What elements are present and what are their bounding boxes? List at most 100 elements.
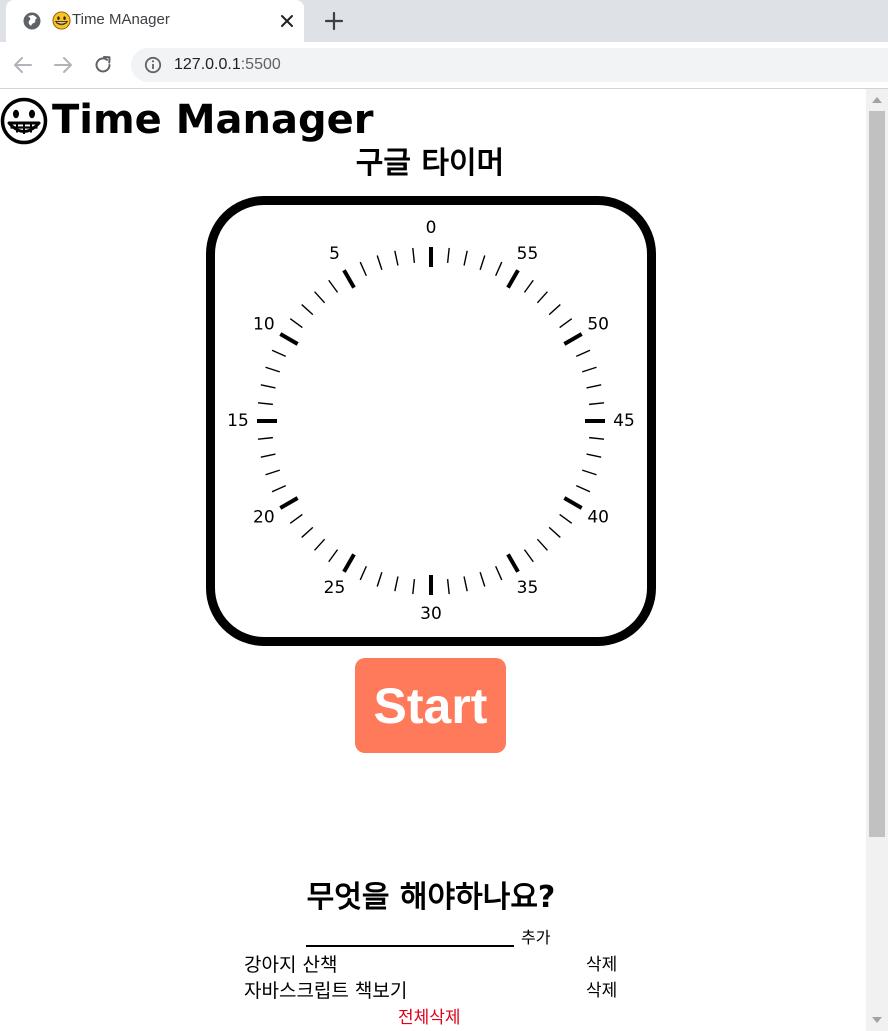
dial-minor-tick <box>394 250 399 266</box>
dial-minor-tick <box>582 366 597 373</box>
dial-minor-tick <box>575 485 591 493</box>
new-tab-plus-icon[interactable] <box>323 10 345 32</box>
url-host: 127.0.0.1 <box>174 56 241 73</box>
dial-label: 0 <box>426 218 437 238</box>
dial-minor-tick <box>265 366 280 373</box>
dial-minor-tick <box>536 538 548 551</box>
dial-label: 50 <box>587 315 609 335</box>
dial-minor-tick <box>446 247 450 263</box>
dial-minor-tick <box>328 279 339 293</box>
dial-minor-tick <box>289 318 303 329</box>
dial-label: 5 <box>329 244 340 264</box>
dial-minor-tick <box>376 255 383 270</box>
dial-minor-tick <box>536 291 548 304</box>
scroll-up-arrow-icon[interactable] <box>872 97 882 103</box>
dial-minor-tick <box>257 402 273 406</box>
url-port: :5500 <box>240 56 281 73</box>
tab-strip: Time MAnager <box>0 0 888 42</box>
tab-title: Time MAnager <box>72 11 170 28</box>
dial-minor-tick <box>446 579 450 595</box>
add-button[interactable]: 추가 <box>521 924 550 948</box>
dial-minor-tick <box>394 576 399 592</box>
delete-button[interactable]: 삭제 <box>586 976 617 1001</box>
todo-item-text: 강아지 산책 <box>244 954 338 976</box>
dial-label: 30 <box>420 604 442 624</box>
timer-heading: 구글 타이머 <box>355 146 505 181</box>
scroll-down-arrow-icon[interactable] <box>872 1017 882 1023</box>
dial-major-tick <box>279 332 299 346</box>
dial-minor-tick <box>495 261 503 277</box>
dial-minor-tick <box>582 469 597 476</box>
dial-minor-tick <box>559 318 573 329</box>
dial-minor-tick <box>412 579 416 595</box>
dial-minor-tick <box>260 384 276 389</box>
dial-label: 25 <box>324 578 346 598</box>
dial-minor-tick <box>271 485 287 493</box>
dial-label: 40 <box>587 508 609 528</box>
dial-minor-tick <box>575 349 591 357</box>
grinning-face-icon <box>52 11 71 30</box>
dial-minor-tick <box>265 469 280 476</box>
scrollbar[interactable] <box>866 89 888 1031</box>
dial-minor-tick <box>301 304 314 316</box>
todo-input[interactable] <box>306 921 514 947</box>
dial-minor-tick <box>359 565 367 581</box>
dial-label: 35 <box>517 578 539 598</box>
dial-minor-tick <box>376 572 383 587</box>
dial-minor-tick <box>523 549 534 563</box>
timer-dial-frame[interactable]: 0 55 50 45 40 35 30 25 20 15 10 5 <box>206 196 656 646</box>
forward-arrow-icon[interactable] <box>52 54 74 76</box>
dial-minor-tick <box>412 247 416 263</box>
dial-major-tick <box>342 553 356 573</box>
dial-minor-tick <box>548 304 561 316</box>
dial-label: 45 <box>613 411 635 431</box>
dial-minor-tick <box>301 526 314 538</box>
dial-major-tick <box>279 496 299 510</box>
dial-minor-tick <box>260 453 276 458</box>
dial-minor-tick <box>328 549 339 563</box>
dial-minor-tick <box>271 349 287 357</box>
dial-major-tick <box>563 496 583 510</box>
dial-minor-tick <box>586 384 602 389</box>
dial-minor-tick <box>289 513 303 524</box>
dial-label: 10 <box>253 315 275 335</box>
delete-button[interactable]: 삭제 <box>586 950 617 975</box>
dial-label: 55 <box>517 244 539 264</box>
url-text: 127.0.0.1:5500 <box>174 56 281 74</box>
dial-minor-tick <box>257 436 273 440</box>
dial-minor-tick <box>463 576 468 592</box>
todo-item: 자바스크립트 책보기 삭제 <box>244 976 624 1002</box>
page-title: Time Manager <box>52 97 374 143</box>
todo-item: 강아지 산책 삭제 <box>244 950 624 976</box>
dial-label: 15 <box>227 411 249 431</box>
dial-minor-tick <box>463 250 468 266</box>
dial-major-tick <box>506 269 520 289</box>
dial-minor-tick <box>559 513 573 524</box>
browser-tab[interactable]: Time MAnager <box>6 0 304 42</box>
dial-minor-tick <box>589 436 605 440</box>
dial-minor-tick <box>586 453 602 458</box>
reload-icon[interactable] <box>92 54 114 76</box>
scrollbar-thumb[interactable] <box>869 111 885 837</box>
todo-item-text: 자바스크립트 책보기 <box>244 980 408 1002</box>
dial-minor-tick <box>589 402 605 406</box>
page-viewport: Time Manager 구글 타이머 0 55 50 45 40 35 30 25 20 15 1… <box>0 89 888 1031</box>
timer-dial[interactable]: 0 55 50 45 40 35 30 25 20 15 10 5 <box>215 205 647 637</box>
dial-label: 20 <box>253 508 275 528</box>
dial-minor-tick <box>495 565 503 581</box>
address-bar[interactable]: 127.0.0.1:5500 <box>131 48 888 82</box>
clear-all-button[interactable]: 전체삭제 <box>398 1003 461 1028</box>
dial-minor-tick <box>479 255 486 270</box>
start-button[interactable]: Start <box>355 658 506 753</box>
back-arrow-icon[interactable] <box>12 54 34 76</box>
dial-minor-tick <box>314 291 326 304</box>
info-icon[interactable] <box>144 56 162 74</box>
close-icon[interactable] <box>278 12 296 30</box>
dial-minor-tick <box>548 526 561 538</box>
browser-toolbar: 127.0.0.1:5500 <box>0 42 888 89</box>
dial-major-tick <box>563 332 583 346</box>
dial-major-tick <box>506 553 520 573</box>
todo-heading: 무엇을 해야하나요? <box>306 880 556 915</box>
dial-minor-tick <box>359 261 367 277</box>
globe-icon <box>23 12 41 30</box>
